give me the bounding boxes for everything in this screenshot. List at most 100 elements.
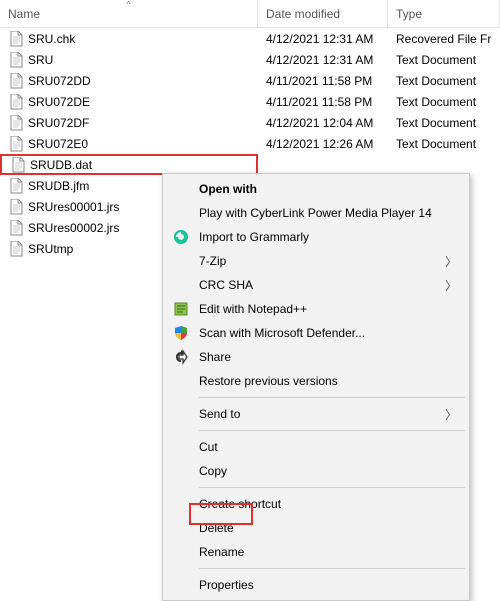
file-icon bbox=[8, 220, 24, 236]
cm-crcsha[interactable]: CRC SHA 〉 bbox=[165, 273, 467, 297]
file-date-cell: 4/12/2021 12:04 AM bbox=[258, 116, 388, 130]
cm-properties[interactable]: Properties bbox=[165, 573, 467, 597]
file-icon bbox=[10, 157, 26, 173]
file-name-label: SRUDB.dat bbox=[30, 158, 92, 172]
cm-cut-label: Cut bbox=[199, 440, 218, 454]
file-icon bbox=[8, 241, 24, 257]
cm-delete-label: Delete bbox=[199, 521, 234, 535]
column-header-date-label: Date modified bbox=[266, 7, 340, 21]
file-name-label: SRUres00001.jrs bbox=[28, 200, 119, 214]
cm-defender-label: Scan with Microsoft Defender... bbox=[199, 326, 365, 340]
file-name-label: SRU072E0 bbox=[28, 137, 88, 151]
file-name-label: SRU bbox=[28, 53, 53, 67]
file-date-cell: 4/12/2021 12:26 AM bbox=[258, 137, 388, 151]
file-type-cell: Text Document bbox=[388, 74, 500, 88]
file-icon bbox=[8, 94, 24, 110]
file-icon bbox=[8, 52, 24, 68]
file-icon bbox=[8, 115, 24, 131]
cm-notepadpp[interactable]: Edit with Notepad++ bbox=[165, 297, 467, 321]
cm-cyberlink[interactable]: Play with CyberLink Power Media Player 1… bbox=[165, 201, 467, 225]
cm-7zip-label: 7-Zip bbox=[199, 254, 226, 268]
cm-cyberlink-label: Play with CyberLink Power Media Player 1… bbox=[199, 206, 432, 220]
file-row[interactable]: SRU072E0 4/12/2021 12:26 AMText Document bbox=[0, 133, 500, 154]
cm-properties-label: Properties bbox=[199, 578, 254, 592]
file-name-label: SRUtmp bbox=[28, 242, 73, 256]
file-name-label: SRU072DD bbox=[28, 74, 91, 88]
column-header-name[interactable]: Name ^ bbox=[0, 0, 258, 27]
cm-rename-label: Rename bbox=[199, 545, 244, 559]
file-name-label: SRUres00002.jrs bbox=[28, 221, 119, 235]
file-date-cell: 4/12/2021 12:31 AM bbox=[258, 53, 388, 67]
column-header-date[interactable]: Date modified bbox=[258, 0, 388, 27]
cm-shortcut-label: Create shortcut bbox=[199, 497, 281, 511]
file-name-cell: SRUDB.dat bbox=[0, 154, 258, 175]
notepadpp-icon bbox=[173, 301, 189, 317]
cm-share[interactable]: Share bbox=[165, 345, 467, 369]
file-row[interactable]: SRU072DF 4/12/2021 12:04 AMText Document bbox=[0, 112, 500, 133]
cm-copy[interactable]: Copy bbox=[165, 459, 467, 483]
separator bbox=[199, 430, 465, 431]
share-icon bbox=[173, 349, 189, 365]
file-icon bbox=[8, 136, 24, 152]
cm-grammarly-label: Import to Grammarly bbox=[199, 230, 309, 244]
file-type-cell: Text Document bbox=[388, 116, 500, 130]
file-name-cell: SRU072DD bbox=[0, 73, 258, 89]
file-name-label: SRU.chk bbox=[28, 32, 75, 46]
file-icon bbox=[8, 178, 24, 194]
file-type-cell: Text Document bbox=[388, 53, 500, 67]
cm-grammarly[interactable]: Import to Grammarly bbox=[165, 225, 467, 249]
file-row[interactable]: SRU072DD 4/11/2021 11:58 PMText Document bbox=[0, 70, 500, 91]
cm-restore[interactable]: Restore previous versions bbox=[165, 369, 467, 393]
file-name-cell: SRU bbox=[0, 52, 258, 68]
file-name-label: SRU072DF bbox=[28, 116, 89, 130]
separator bbox=[199, 568, 465, 569]
file-row[interactable]: SRU 4/12/2021 12:31 AMText Document bbox=[0, 49, 500, 70]
column-header-type-label: Type bbox=[396, 7, 422, 21]
file-type-cell: Text Document bbox=[388, 95, 500, 109]
cm-7zip[interactable]: 7-Zip 〉 bbox=[165, 249, 467, 273]
cm-sendto[interactable]: Send to 〉 bbox=[165, 402, 467, 426]
file-icon bbox=[8, 199, 24, 215]
cm-defender[interactable]: Scan with Microsoft Defender... bbox=[165, 321, 467, 345]
context-menu: Open with Play with CyberLink Power Medi… bbox=[162, 173, 470, 601]
file-row[interactable]: SRU072DE 4/11/2021 11:58 PMText Document bbox=[0, 91, 500, 112]
grammarly-icon bbox=[173, 229, 189, 245]
cm-open-with[interactable]: Open with bbox=[165, 177, 467, 201]
file-icon bbox=[8, 31, 24, 47]
chevron-right-icon: 〉 bbox=[445, 253, 457, 270]
cm-cut[interactable]: Cut bbox=[165, 435, 467, 459]
file-row[interactable]: SRUDB.dat bbox=[0, 154, 500, 175]
separator bbox=[199, 487, 465, 488]
separator bbox=[199, 397, 465, 398]
cm-shortcut[interactable]: Create shortcut bbox=[165, 492, 467, 516]
cm-rename[interactable]: Rename bbox=[165, 540, 467, 564]
file-name-cell: SRU072E0 bbox=[0, 136, 258, 152]
chevron-right-icon: 〉 bbox=[445, 277, 457, 294]
sort-ascending-icon: ^ bbox=[127, 0, 131, 9]
cm-delete[interactable]: Delete bbox=[165, 516, 467, 540]
cm-share-label: Share bbox=[199, 350, 231, 364]
column-header-name-label: Name bbox=[8, 7, 40, 21]
file-name-label: SRUDB.jfm bbox=[28, 179, 89, 193]
cm-open-with-label: Open with bbox=[199, 182, 257, 196]
cm-sendto-label: Send to bbox=[199, 407, 240, 421]
file-name-cell: SRU072DE bbox=[0, 94, 258, 110]
cm-copy-label: Copy bbox=[199, 464, 227, 478]
file-type-cell: Recovered File Fr bbox=[388, 32, 500, 46]
file-type-cell: Text Document bbox=[388, 137, 500, 151]
file-date-cell: 4/11/2021 11:58 PM bbox=[258, 95, 388, 109]
file-date-cell: 4/11/2021 11:58 PM bbox=[258, 74, 388, 88]
cm-restore-label: Restore previous versions bbox=[199, 374, 338, 388]
file-row[interactable]: SRU.chk 4/12/2021 12:31 AMRecovered File … bbox=[0, 28, 500, 49]
cm-crcsha-label: CRC SHA bbox=[199, 278, 253, 292]
column-header-type[interactable]: Type bbox=[388, 0, 500, 27]
cm-notepadpp-label: Edit with Notepad++ bbox=[199, 302, 307, 316]
chevron-right-icon: 〉 bbox=[445, 406, 457, 423]
file-name-cell: SRU072DF bbox=[0, 115, 258, 131]
file-name-cell: SRU.chk bbox=[0, 31, 258, 47]
file-date-cell: 4/12/2021 12:31 AM bbox=[258, 32, 388, 46]
file-icon bbox=[8, 73, 24, 89]
shield-icon bbox=[173, 325, 189, 341]
column-header-row: Name ^ Date modified Type bbox=[0, 0, 500, 28]
file-name-label: SRU072DE bbox=[28, 95, 90, 109]
